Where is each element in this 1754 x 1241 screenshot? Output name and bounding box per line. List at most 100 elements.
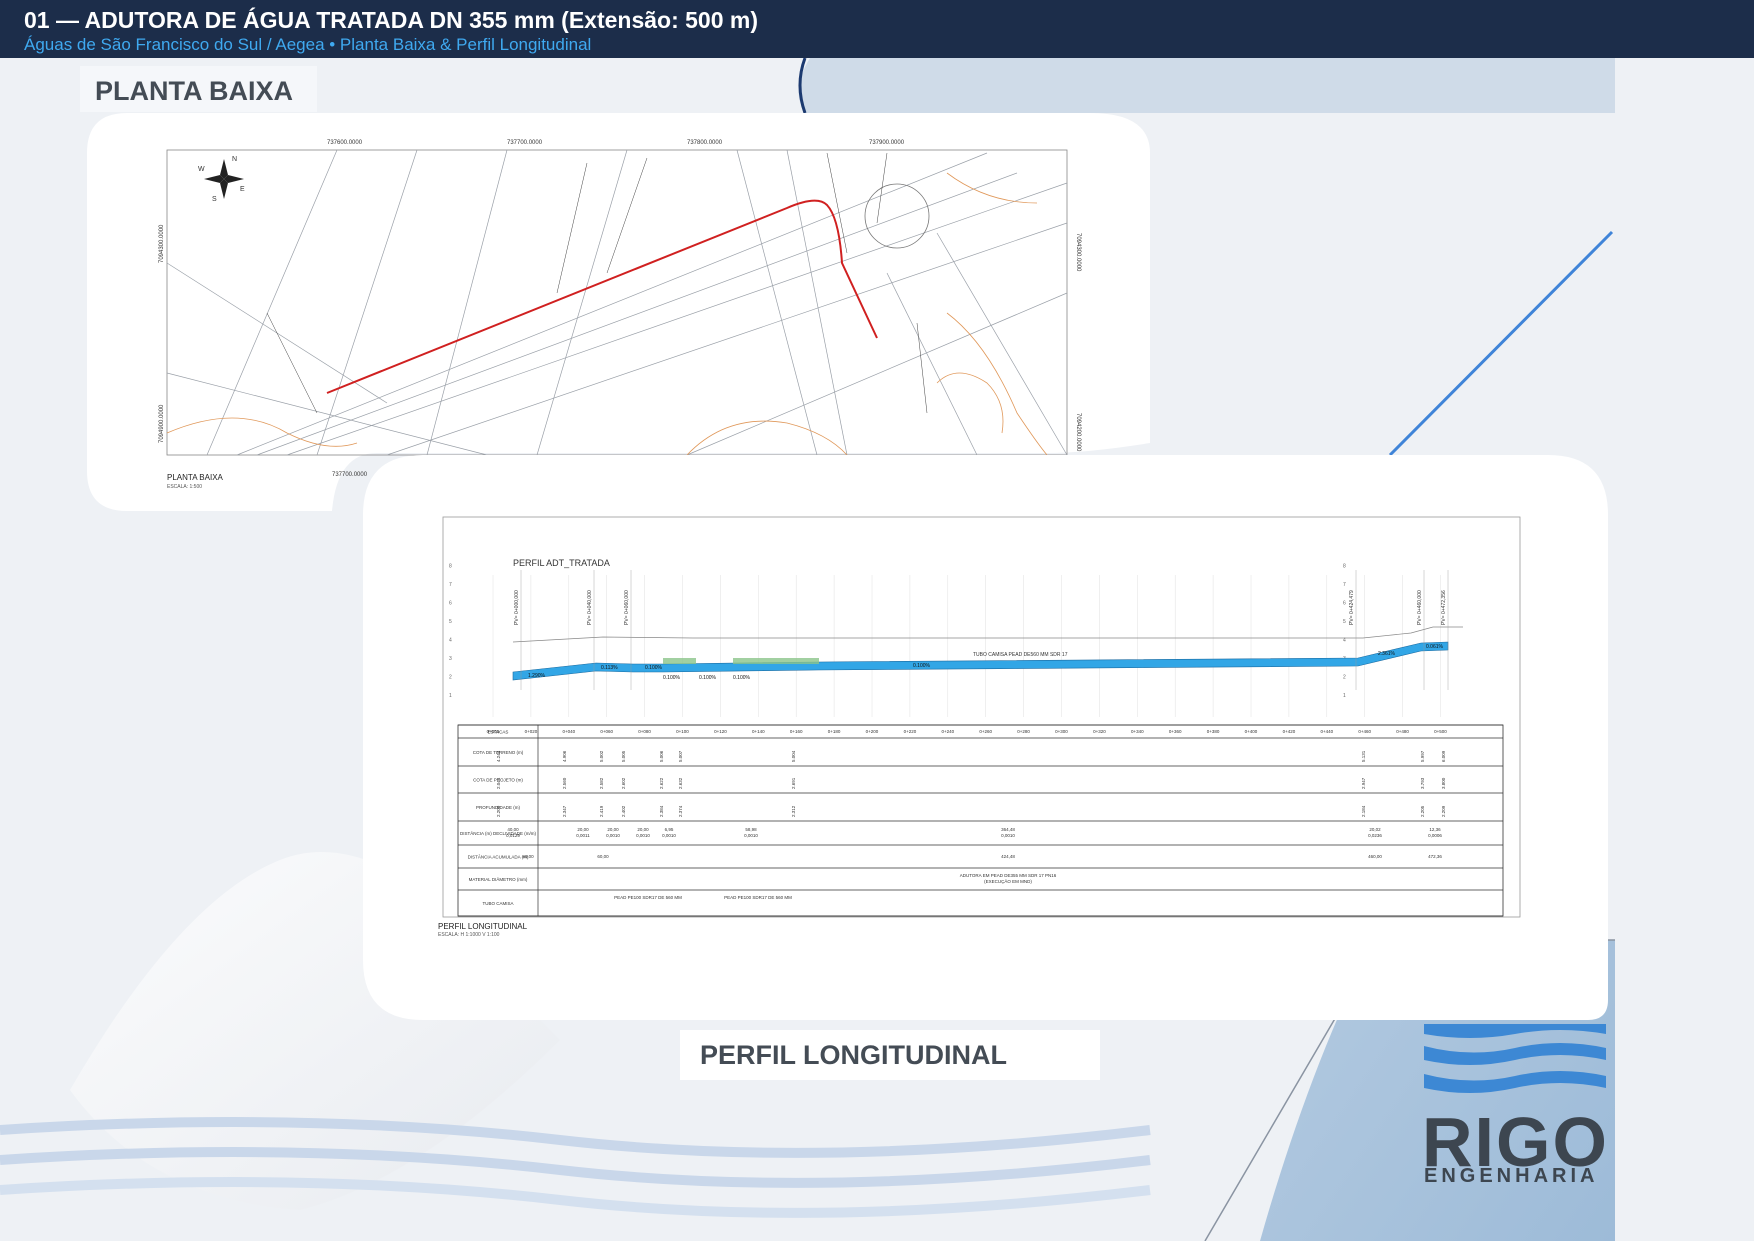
slope-label: 0.100% [733,675,751,681]
station-label: 0+060 [600,729,613,734]
station-label: 0+420 [1283,729,1296,734]
table-row-label: TUBO CAMISA [482,901,513,906]
station-label: 0+080 [638,729,651,734]
table-value: 5.005 [621,750,626,762]
table-value: 60,00 [597,854,609,859]
table-value: 2.209 [1441,805,1446,817]
coord-right-2: 7094200.0000 [1075,413,1081,452]
slope-label: 0.100% [645,665,663,671]
station-label: 0+000 [487,729,500,734]
y-tick-label: 7 [449,582,452,588]
table-value: 20,00 [607,827,619,832]
table-value: 0,0010 [606,833,620,838]
coord-left-1: 7094300.0000 [159,224,165,263]
table-value: 5.002 [599,750,604,762]
planta-scale: ESCALA: 1:500 [167,484,202,490]
planta-baixa-drawing: N S E W 737600.0000 737700.0000 737800.0… [87,113,1150,511]
station-label: 0+020 [525,729,538,734]
table-value: 2.200 [496,805,501,817]
table-value: 2.419 [599,805,604,817]
station-label: 0+440 [1320,729,1333,734]
table-value: 0,0006 [1428,833,1442,838]
table-value: 20,00 [637,827,649,832]
y-tick-label: 2 [1343,675,1346,681]
table-value: 2.560 [562,777,567,789]
table-value: 5.004 [791,750,796,762]
y-tick-label: 5 [1343,619,1346,625]
table-value: 6,95 [665,827,674,832]
station-label: 0+320 [1093,729,1106,734]
table-value: 2.205 [1420,805,1425,817]
coord-top-3: 737800.0000 [687,140,723,146]
table-value: 5.007 [678,750,683,762]
logo-subtitle: ENGENHARIA [1424,1165,1599,1187]
table-value: 58,98 [745,827,757,832]
table-value: 6.009 [1441,750,1446,762]
table-value: 2.347 [562,805,567,817]
table-value: 364,48 [1001,827,1015,832]
slope-label: 0.100% [699,675,717,681]
table-value: 0,0010 [636,833,650,838]
y-tick-label: 5 [449,619,452,625]
station-label: 0+480 [1396,729,1409,734]
perfil-title: PERFIL ADT_TRATADA [513,558,610,568]
slope-label: 1.290% [528,673,546,679]
station-label: 0+120 [714,729,727,734]
y-tick-label: 2 [449,675,452,681]
table-value: 0,0010 [1001,833,1015,838]
table-value: 2.582 [599,777,604,789]
planta-section-label: PLANTA BAIXA [80,66,317,112]
svg-text:W: W [198,166,205,173]
table-value: 0,0010 [662,833,676,838]
table-value: 5.131 [1361,750,1366,762]
table-value: 3.800 [1441,777,1446,789]
pipe-note: TUBO CAMISA PEAD DE560 MM SDR 17 [973,652,1068,658]
svg-text:N: N [232,156,237,163]
planta-caption: PLANTA BAIXA [167,473,224,482]
page-title: 01 — ADUTORA DE ÁGUA TRATADA DN 355 mm (… [24,7,759,33]
table-value: 2.691 [791,777,796,789]
y-tick-label: 8 [1343,564,1346,570]
material-note: (EXECUÇÃO EM MND) [984,878,1032,884]
table-value: 40,00 [507,827,519,832]
slope-label: 0.061% [1426,644,1444,650]
coord-right-1: 7094300.0000 [1075,233,1081,272]
station-label: 0+220 [904,729,917,734]
table-value: 12,36 [1429,827,1441,832]
y-tick-label: 4 [1343,638,1346,644]
table-value: 2.312 [791,805,796,817]
y-tick-label: 6 [1343,601,1346,607]
y-tick-label: 6 [449,601,452,607]
pv-label: PV= 0+424,479 [1349,590,1355,625]
perfil-longitudinal-drawing: PERFIL ADT_TRATADA 12345678 12345678 TUB… [363,455,1608,1020]
table-value: 5.006 [659,750,664,762]
perfil-section-label: PERFIL LONGITUDINAL [680,1030,1100,1080]
pv-label: PV= 0+040,000 [587,590,593,625]
y-tick-label: 4 [449,638,452,644]
table-value: 2.374 [678,805,683,817]
tubo-camisa-value: PEAD PE100 SDR17 DE 560 MM [614,895,682,900]
casing-segment-2 [733,658,819,664]
table-value: 3.793 [1420,777,1425,789]
table-value: 5.997 [1420,750,1425,762]
station-label: 0+180 [828,729,841,734]
perfil-scale: ESCALA: H 1:1000 V 1:100 [438,932,500,938]
station-label: 0+360 [1169,729,1182,734]
casing-segment-1 [663,658,696,664]
station-label: 0+260 [979,729,992,734]
table-value: 2.602 [621,777,626,789]
table-row-label: DISTÂNCIA ACUMULADA (m) [468,854,529,860]
station-label: 0+100 [676,729,689,734]
slope-label: 2.361% [1378,651,1396,657]
table-value: 0,0010 [744,833,758,838]
slope-label: 0.100% [913,663,931,669]
station-label: 0+300 [1055,729,1068,734]
station-label: 0+500 [1434,729,1447,734]
material-value: ADUTORA EM PEAD DE355 MM SDR 17 PN16 [960,873,1057,878]
station-label: 0+460 [1358,729,1371,734]
pv-label: PV= 0+060,000 [624,590,630,625]
table-row-label: DISTÂNCIA (m) DECLIVIDADE (m/m) [460,830,537,836]
coord-top-4: 737900.0000 [869,140,905,146]
table-value: 2.622 [659,777,664,789]
coord-top-2: 737700.0000 [507,140,543,146]
